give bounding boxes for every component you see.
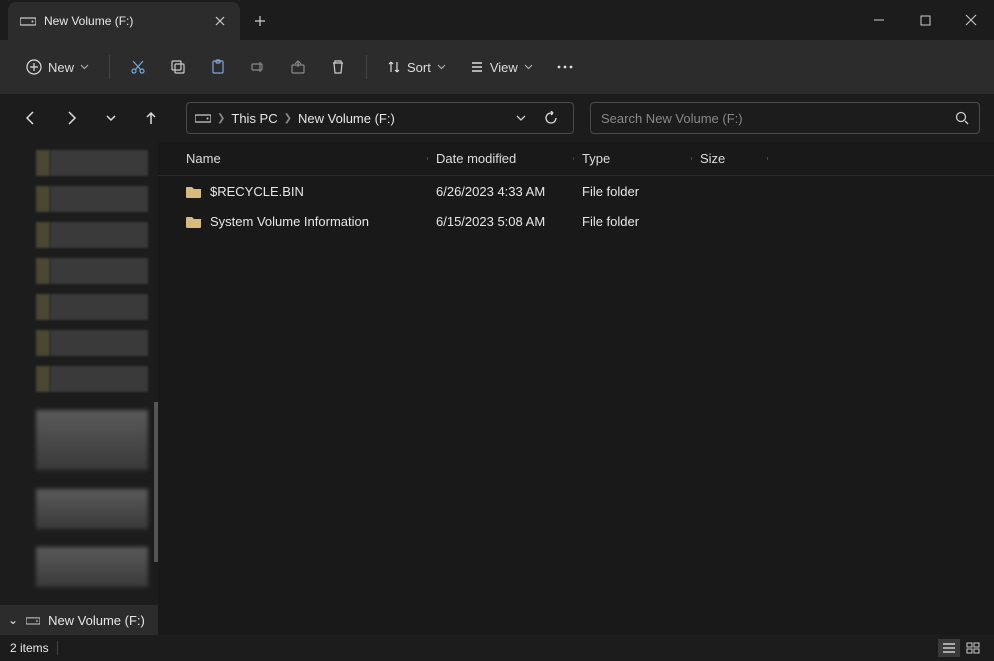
file-list-pane: Name ⌄Date modified Type Size $RECYCLE.B…: [158, 142, 994, 635]
title-bar: New Volume (F:): [0, 0, 994, 40]
new-label: New: [48, 60, 74, 75]
cell-type: File folder: [574, 214, 692, 229]
chevron-down-icon: [516, 115, 526, 122]
sort-icon: [387, 60, 401, 74]
search-input[interactable]: [601, 111, 955, 126]
sort-label: Sort: [407, 60, 431, 75]
refresh-button[interactable]: [537, 104, 565, 132]
search-icon: [955, 111, 969, 125]
cell-name: System Volume Information: [178, 214, 428, 229]
column-header-size[interactable]: Size: [692, 151, 768, 166]
maximize-button[interactable]: [902, 0, 948, 40]
nav-current-label: New Volume (F:): [48, 613, 145, 628]
drive-icon: [20, 15, 36, 27]
more-button[interactable]: [547, 49, 583, 85]
address-row: ❯ This PC ❯ New Volume (F:): [0, 94, 994, 142]
toolbar: New Sort View: [0, 40, 994, 94]
paste-button[interactable]: [200, 49, 236, 85]
refresh-icon: [544, 111, 558, 125]
view-icon: [470, 60, 484, 74]
details-view-icon: [942, 642, 956, 654]
chevron-down-icon: [524, 64, 533, 70]
folder-icon: [186, 185, 202, 198]
share-icon: [290, 59, 306, 75]
folder-icon: [186, 215, 202, 228]
delete-button[interactable]: [320, 49, 356, 85]
plus-circle-icon: [26, 59, 42, 75]
more-icon: [557, 65, 573, 69]
chevron-right-icon: ❯: [284, 113, 292, 124]
breadcrumb[interactable]: This PC: [231, 111, 277, 126]
column-header-date[interactable]: ⌄Date modified: [428, 151, 574, 166]
minimize-button[interactable]: [856, 0, 902, 40]
scrollbar[interactable]: [154, 402, 158, 562]
chevron-down-icon: [105, 114, 117, 122]
rename-button[interactable]: [240, 49, 276, 85]
share-button[interactable]: [280, 49, 316, 85]
cell-type: File folder: [574, 184, 692, 199]
view-toggles: [938, 639, 984, 657]
drive-icon: [26, 615, 40, 626]
thumbnails-view-button[interactable]: [962, 639, 984, 657]
search-box[interactable]: [590, 102, 980, 134]
cut-icon: [130, 59, 146, 75]
chevron-down-icon: [437, 64, 446, 70]
close-tab-button[interactable]: [212, 13, 228, 29]
cell-date: 6/15/2023 5:08 AM: [428, 214, 574, 229]
view-label: View: [490, 60, 518, 75]
window-controls: [856, 0, 994, 40]
rename-icon: [250, 59, 266, 75]
cell-name: $RECYCLE.BIN: [178, 184, 428, 199]
view-button[interactable]: View: [460, 49, 543, 85]
trash-icon: [330, 59, 346, 75]
copy-icon: [170, 59, 186, 75]
new-tab-button[interactable]: [240, 2, 280, 40]
sort-button[interactable]: Sort: [377, 49, 456, 85]
arrow-up-icon: [143, 110, 159, 126]
chevron-down-icon: ⌄: [8, 613, 18, 627]
grid-view-icon: [966, 642, 980, 654]
tab-title: New Volume (F:): [44, 14, 212, 28]
column-header-type[interactable]: Type: [574, 151, 692, 166]
nav-tree-blurred: [0, 142, 158, 605]
paste-icon: [210, 59, 226, 75]
nav-current-item[interactable]: ⌄ New Volume (F:): [0, 605, 158, 635]
arrow-left-icon: [23, 110, 39, 126]
table-row[interactable]: System Volume Information6/15/2023 5:08 …: [158, 206, 994, 236]
back-button[interactable]: [14, 101, 48, 135]
cell-date: 6/26/2023 4:33 AM: [428, 184, 574, 199]
drive-icon: [195, 112, 211, 124]
sort-indicator-icon: ⌄: [497, 149, 505, 160]
file-rows: $RECYCLE.BIN6/26/2023 4:33 AMFile folder…: [158, 176, 994, 236]
copy-button[interactable]: [160, 49, 196, 85]
table-row[interactable]: $RECYCLE.BIN6/26/2023 4:33 AMFile folder: [158, 176, 994, 206]
column-header-name[interactable]: Name: [178, 151, 428, 166]
history-dropdown-button[interactable]: [507, 104, 535, 132]
chevron-down-icon: [80, 64, 89, 70]
content-body: ⌄ New Volume (F:) Name ⌄Date modified Ty…: [0, 142, 994, 635]
new-button[interactable]: New: [16, 49, 99, 85]
address-bar[interactable]: ❯ This PC ❯ New Volume (F:): [186, 102, 574, 134]
arrow-right-icon: [63, 110, 79, 126]
details-view-button[interactable]: [938, 639, 960, 657]
item-count: 2 items: [10, 641, 49, 655]
status-bar: 2 items: [0, 635, 994, 661]
close-button[interactable]: [948, 0, 994, 40]
column-headers: Name ⌄Date modified Type Size: [158, 142, 994, 176]
up-button[interactable]: [134, 101, 168, 135]
forward-button[interactable]: [54, 101, 88, 135]
chevron-right-icon: ❯: [217, 113, 225, 124]
navigation-pane: ⌄ New Volume (F:): [0, 142, 158, 635]
cut-button[interactable]: [120, 49, 156, 85]
recent-button[interactable]: [94, 101, 128, 135]
breadcrumb[interactable]: New Volume (F:): [298, 111, 395, 126]
tab[interactable]: New Volume (F:): [8, 2, 240, 40]
